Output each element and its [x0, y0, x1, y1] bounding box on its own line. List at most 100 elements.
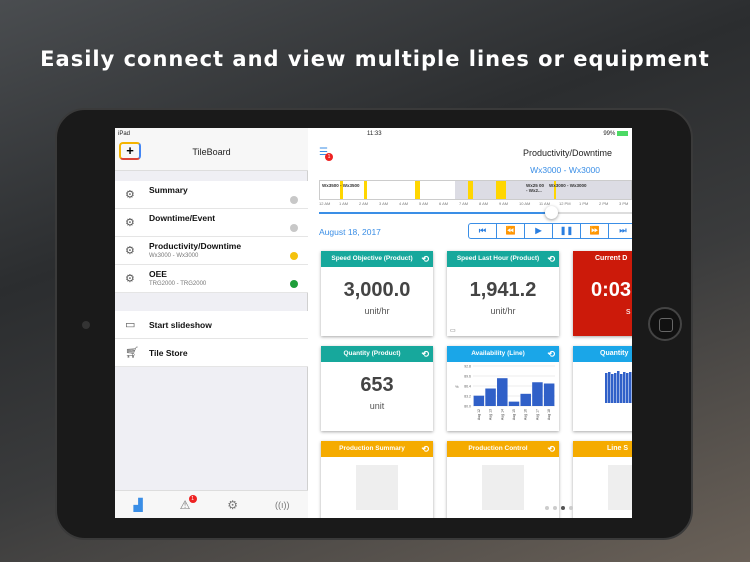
gear-icon[interactable]: ⚙: [227, 498, 238, 512]
refresh-icon[interactable]: ⟲: [547, 251, 555, 267]
downtime-event: [468, 181, 473, 199]
slider-fill: [319, 212, 551, 214]
tile-unit: unit/hr: [364, 306, 390, 316]
factory-icon[interactable]: ▟: [133, 498, 142, 512]
tile-unit: unit: [369, 401, 385, 411]
sidebar: iPad + TileBoard ⚙ Summary ⚙ Downtime/Even…: [115, 128, 308, 518]
gears-icon: ⚙: [125, 189, 135, 201]
item-label: Summary: [149, 185, 188, 195]
refresh-icon[interactable]: ⟲: [421, 251, 429, 267]
segment-label: Wx3000 - Wx3000: [549, 183, 587, 188]
tick-label: 8 AM: [479, 201, 489, 206]
y-tick-label: 83.2: [464, 395, 471, 399]
tile-line[interactable]: Line S: [573, 441, 632, 518]
y-tick-label: 86.4: [464, 385, 471, 389]
tile-title: Line S: [607, 445, 629, 452]
menu-badge: 1: [325, 153, 333, 161]
main-panel: 11:33 99% ☰ 1 Productivity/Downtime Wx300…: [309, 128, 632, 518]
gears-icon: ⚙: [125, 273, 135, 285]
tile-unit: s: [626, 306, 631, 316]
page-title: Productivity/Downtime: [522, 148, 612, 158]
tick-label: 11 AM: [539, 201, 551, 206]
slider-knob[interactable]: [545, 206, 558, 219]
y-tick-label: 92.8: [464, 365, 471, 369]
tile-title: Availability (Line): [471, 350, 525, 357]
refresh-icon[interactable]: ⟲: [547, 441, 555, 457]
tile-title: Current D: [595, 255, 628, 262]
camera: [82, 321, 90, 329]
tick-label: 12 PM: [559, 201, 571, 206]
status-dot: [290, 252, 298, 260]
tick-label: 7 AM: [459, 201, 469, 206]
antenna-icon[interactable]: ((ı)): [275, 500, 290, 510]
item-label: OEE: [149, 269, 167, 279]
battery-text: 99%: [603, 131, 616, 138]
tile-speed-objective[interactable]: Speed Objective (Product) ⟲ 3,000.0 unit/hr: [321, 251, 433, 336]
tab-bar: ▟ ⚠ 1 ⚙ ((ı)): [115, 490, 308, 518]
skip-end-button[interactable]: ⏭: [609, 224, 632, 238]
tile-value: 1,941.2: [469, 279, 537, 301]
segment-label: Wx25 00 - Wx2...: [526, 183, 545, 193]
tile-store-button[interactable]: 🛒︎ Tile Store: [115, 339, 308, 367]
bar: [520, 393, 531, 406]
tick-label: 2 AM: [359, 201, 369, 206]
tick-label: 3 PM: [619, 201, 629, 206]
item-label: Productivity/Downtime: [149, 241, 242, 251]
sidebar-item-productivity[interactable]: ⚙ Productivity/Downtime Wx3000 - Wx3000: [115, 237, 308, 265]
refresh-icon[interactable]: ⟲: [421, 441, 429, 457]
tile-quantity[interactable]: Quantity: [573, 346, 632, 431]
tick-label: 1 PM: [579, 201, 589, 206]
sidebar-item-oee[interactable]: ⚙ OEE TRG2000 - TRG2000: [115, 265, 308, 293]
tick-label: 6 AM: [439, 201, 449, 206]
tile-title: Quantity (Product): [343, 350, 401, 357]
bar: [532, 382, 543, 406]
tile-quantity-product[interactable]: Quantity (Product) ⟲ 653 unit: [321, 346, 433, 431]
fast-forward-button[interactable]: ⏩: [581, 224, 609, 238]
sidebar-item-summary[interactable]: ⚙ Summary: [115, 181, 308, 209]
tile-availability-line[interactable]: Availability (Line) ⟲ 80.0 83.2 86.4 89.6 92.…: [447, 346, 559, 431]
home-button[interactable]: [648, 307, 682, 341]
sidebar-header: iPad + TileBoard: [115, 128, 308, 171]
refresh-icon[interactable]: ⟲: [421, 346, 429, 362]
item-label: Start slideshow: [149, 320, 212, 330]
tile-current-downtime[interactable]: Current D 0:03 s: [573, 251, 632, 336]
downtime-event: [496, 181, 506, 199]
availability-chart: 80.0 83.2 86.4 89.6 92.8% Aug 12 Aug 13 Aug 14 A…: [455, 365, 555, 420]
time-slider[interactable]: [319, 212, 632, 214]
skip-start-button[interactable]: ⏮: [469, 224, 497, 238]
page-indicator[interactable]: [545, 506, 573, 510]
item-sub: Wx3000 - Wx3000: [149, 253, 199, 259]
notepad-icon: [356, 465, 398, 510]
cart-icon: 🛒︎: [125, 347, 139, 359]
slideshow-icon: ▭: [125, 319, 136, 331]
tile-value: 0:03: [591, 279, 632, 301]
y-tick-label: 80.0: [464, 405, 471, 409]
line-selector[interactable]: Wx3000 - Wx3000: [530, 165, 600, 175]
notepad-icon: [482, 465, 524, 510]
tile-production-control[interactable]: Production Control ⟲: [447, 441, 559, 518]
menu-icon[interactable]: ☰ 1: [319, 148, 333, 161]
pause-button[interactable]: ❚❚: [553, 224, 581, 238]
play-button[interactable]: ▶: [525, 224, 553, 238]
start-slideshow-button[interactable]: ▭ Start slideshow: [115, 311, 308, 339]
status-dot: [290, 280, 298, 288]
status-time: 11:33: [367, 131, 382, 137]
alert-icon[interactable]: ⚠ 1: [180, 494, 197, 512]
x-tick-label: Aug 12: [477, 409, 481, 420]
tile-production-summary[interactable]: Production Summary ⟲: [321, 441, 433, 518]
tile-speed-last-hour[interactable]: Speed Last Hour (Product) ⟲ 1,941.2 unit/hr…: [447, 251, 559, 336]
sidebar-item-downtime-event[interactable]: ⚙ Downtime/Event: [115, 209, 308, 237]
battery: 99%: [603, 131, 628, 137]
bar: [497, 378, 508, 406]
x-tick-label: Aug 17: [535, 409, 539, 420]
tile-title: Quantity: [600, 350, 629, 357]
rewind-button[interactable]: ⏪: [497, 224, 525, 238]
tile-unit: unit/hr: [490, 306, 516, 316]
timeline[interactable]: Wx3500 - Wx3500 Wx25 00 - Wx2... Wx3000 …: [319, 180, 632, 200]
x-tick-label: Aug 14: [500, 409, 504, 420]
refresh-icon[interactable]: ⟲: [547, 346, 555, 362]
playback-controls: ⏮ ⏪ ▶ ❚❚ ⏩ ⏭: [468, 223, 632, 239]
tile-title: Speed Objective (Product): [331, 255, 413, 262]
y-axis-label: %: [455, 384, 459, 389]
date-label: August 18, 2017: [319, 227, 381, 237]
